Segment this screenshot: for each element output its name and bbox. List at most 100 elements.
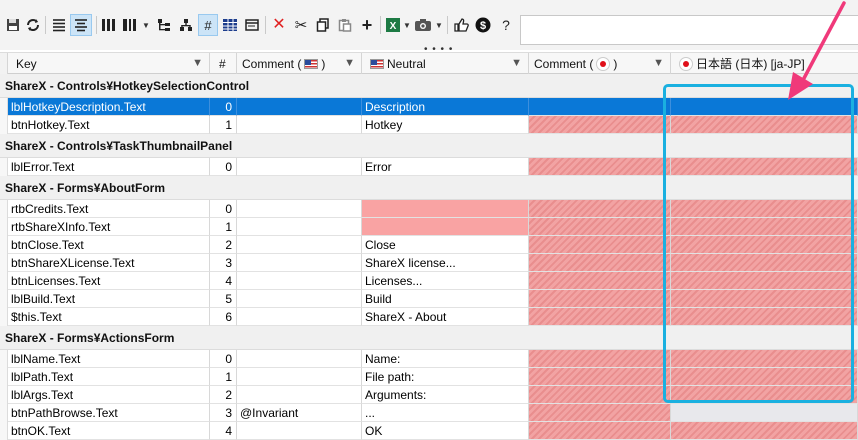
neutral-cell[interactable]: ShareX - About (362, 308, 529, 326)
neutral-cell[interactable]: Build (362, 290, 529, 308)
neutral-cell[interactable]: OK (362, 422, 529, 440)
japanese-translation-cell[interactable] (671, 422, 858, 440)
index-cell[interactable]: 1 (210, 218, 237, 236)
chevron-down-icon[interactable]: ▼ (435, 21, 443, 30)
tree-icon[interactable] (155, 14, 173, 36)
index-cell[interactable]: 0 (210, 98, 237, 116)
table-row[interactable]: btnLicenses.Text 4 Licenses... (0, 272, 858, 290)
japanese-comment-cell[interactable] (529, 254, 671, 272)
row-selector[interactable] (0, 200, 8, 218)
key-cell[interactable]: btnPathBrowse.Text (8, 404, 210, 422)
group-row[interactable]: ShareX - Controls¥TaskThumbnailPanel (0, 134, 858, 158)
row-selector[interactable] (0, 236, 8, 254)
comment-cell[interactable] (237, 350, 362, 368)
key-cell[interactable]: lblHotkeyDescription.Text (8, 98, 210, 116)
hierarchy-icon[interactable] (177, 14, 195, 36)
filter-icon[interactable]: ▼ (653, 57, 664, 69)
index-cell[interactable]: 3 (210, 404, 237, 422)
comment-cell[interactable] (237, 254, 362, 272)
row-selector[interactable] (0, 116, 8, 134)
table-row[interactable]: btnPathBrowse.Text 3 @Invariant... (0, 404, 858, 422)
copy-icon[interactable] (314, 14, 332, 36)
filter-icon[interactable]: ▼ (511, 57, 522, 69)
index-cell[interactable]: 0 (210, 350, 237, 368)
table-row[interactable]: rtbShareXInfo.Text 1 (0, 218, 858, 236)
row-selector[interactable] (0, 158, 8, 176)
index-cell[interactable]: 1 (210, 368, 237, 386)
column-header-neutral[interactable]: Neutral ▼ (362, 53, 529, 74)
comment-cell[interactable] (237, 158, 362, 176)
japanese-translation-cell[interactable] (671, 308, 858, 326)
comment-cell[interactable]: @Invariant (237, 404, 362, 422)
neutral-cell[interactable]: Close (362, 236, 529, 254)
number-sign-icon[interactable]: # (198, 14, 218, 36)
delete-icon[interactable]: ✕ (270, 14, 288, 36)
add-icon[interactable]: + (358, 14, 376, 36)
neutral-cell[interactable]: ... (362, 404, 529, 422)
index-cell[interactable]: 4 (210, 422, 237, 440)
index-cell[interactable]: 0 (210, 200, 237, 218)
row-selector[interactable] (0, 350, 8, 368)
table-row[interactable]: lblHotkeyDescription.Text 0 Description (0, 98, 858, 116)
key-cell[interactable]: btnClose.Text (8, 236, 210, 254)
comment-cell[interactable] (237, 116, 362, 134)
japanese-comment-cell[interactable] (529, 290, 671, 308)
search-input[interactable] (520, 15, 858, 45)
japanese-translation-cell[interactable] (671, 386, 858, 404)
japanese-comment-cell[interactable] (529, 386, 671, 404)
japanese-comment-cell[interactable] (529, 236, 671, 254)
index-cell[interactable]: 4 (210, 272, 237, 290)
camera-icon[interactable] (414, 14, 432, 36)
row-selector[interactable] (0, 404, 8, 422)
comment-cell[interactable] (237, 308, 362, 326)
column-header-comment[interactable]: Comment ( ) ▼ (237, 53, 362, 74)
thumbs-up-icon[interactable] (452, 14, 470, 36)
index-cell[interactable]: 6 (210, 308, 237, 326)
table-row[interactable]: lblArgs.Text 2 Arguments: (0, 386, 858, 404)
comment-cell[interactable] (237, 218, 362, 236)
table-row[interactable]: $this.Text 6 ShareX - About (0, 308, 858, 326)
index-cell[interactable]: 2 (210, 386, 237, 404)
comment-cell[interactable] (237, 422, 362, 440)
column-chooser-icon[interactable] (121, 14, 139, 36)
column-header-japan[interactable]: 日本語 (日本) [ja-JP] (671, 53, 858, 74)
table-row[interactable]: btnShareXLicense.Text 3 ShareX license... (0, 254, 858, 272)
japanese-translation-cell[interactable] (671, 290, 858, 308)
row-selector[interactable] (0, 422, 8, 440)
comment-cell[interactable] (237, 386, 362, 404)
table-row[interactable]: btnOK.Text 4 OK (0, 422, 858, 440)
japanese-translation-cell[interactable] (671, 98, 858, 116)
grid-icon[interactable] (221, 14, 239, 36)
help-icon[interactable]: ? (497, 14, 515, 36)
index-cell[interactable]: 0 (210, 158, 237, 176)
key-cell[interactable]: rtbCredits.Text (8, 200, 210, 218)
columns-icon[interactable] (100, 14, 118, 36)
key-cell[interactable]: lblPath.Text (8, 368, 210, 386)
japanese-comment-cell[interactable] (529, 350, 671, 368)
row-selector[interactable] (0, 272, 8, 290)
neutral-cell[interactable]: File path: (362, 368, 529, 386)
table-row[interactable]: btnHotkey.Text 1 Hotkey (0, 116, 858, 134)
row-selector[interactable] (0, 308, 8, 326)
key-cell[interactable]: $this.Text (8, 308, 210, 326)
key-cell[interactable]: btnHotkey.Text (8, 116, 210, 134)
row-selector[interactable] (0, 290, 8, 308)
group-row[interactable]: ShareX - Controls¥HotkeySelectionControl (0, 74, 858, 98)
comment-cell[interactable] (237, 368, 362, 386)
comment-cell[interactable] (237, 200, 362, 218)
japanese-comment-cell[interactable] (529, 422, 671, 440)
japanese-comment-cell[interactable] (529, 368, 671, 386)
japanese-translation-cell[interactable] (671, 368, 858, 386)
index-cell[interactable]: 1 (210, 116, 237, 134)
group-row[interactable]: ShareX - Forms¥AboutForm (0, 176, 858, 200)
chevron-down-icon[interactable]: ▼ (403, 21, 411, 30)
japanese-comment-cell[interactable] (529, 200, 671, 218)
key-cell[interactable]: lblArgs.Text (8, 386, 210, 404)
japanese-comment-cell[interactable] (529, 218, 671, 236)
window-icon[interactable] (243, 14, 261, 36)
neutral-cell[interactable]: Description (362, 98, 529, 116)
japanese-comment-cell[interactable] (529, 272, 671, 290)
japanese-comment-cell[interactable] (529, 98, 671, 116)
japanese-translation-cell[interactable] (671, 272, 858, 290)
japanese-translation-cell[interactable] (671, 236, 858, 254)
